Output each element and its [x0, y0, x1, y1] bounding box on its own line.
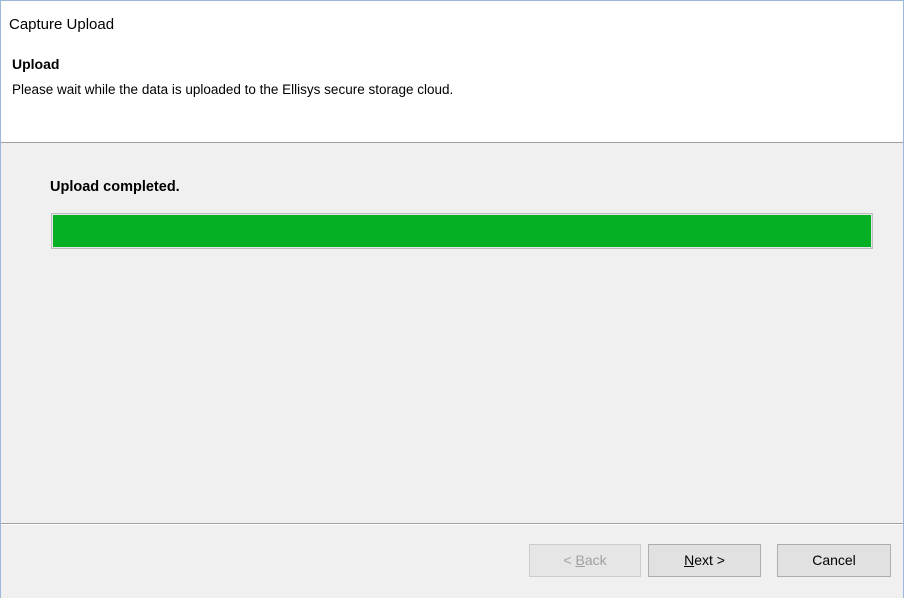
progress-bar-fill: [53, 215, 871, 247]
page-subtitle: Please wait while the data is uploaded t…: [12, 82, 454, 97]
footer-divider-highlight: [1, 524, 903, 525]
title-bar[interactable]: Capture Upload: [1, 1, 903, 45]
wizard-window: Capture Upload Upload Please wait while …: [0, 0, 904, 598]
back-button-prefix: <: [563, 552, 576, 568]
next-button[interactable]: Next >: [648, 544, 761, 577]
back-button-rest: ack: [584, 552, 607, 568]
window-title: Capture Upload: [9, 16, 115, 33]
wizard-content: Upload completed.: [1, 143, 903, 523]
next-button-rest: ext >: [694, 552, 725, 568]
cancel-button[interactable]: Cancel: [777, 544, 891, 577]
upload-status-label: Upload completed.: [50, 179, 180, 195]
wizard-header: Upload Please wait while the data is upl…: [1, 45, 903, 143]
upload-progress-bar: [51, 213, 873, 249]
page-title: Upload: [12, 56, 60, 72]
next-button-mnemonic: N: [684, 552, 695, 568]
back-button-mnemonic: B: [575, 552, 585, 568]
back-button[interactable]: < Back: [529, 544, 641, 577]
